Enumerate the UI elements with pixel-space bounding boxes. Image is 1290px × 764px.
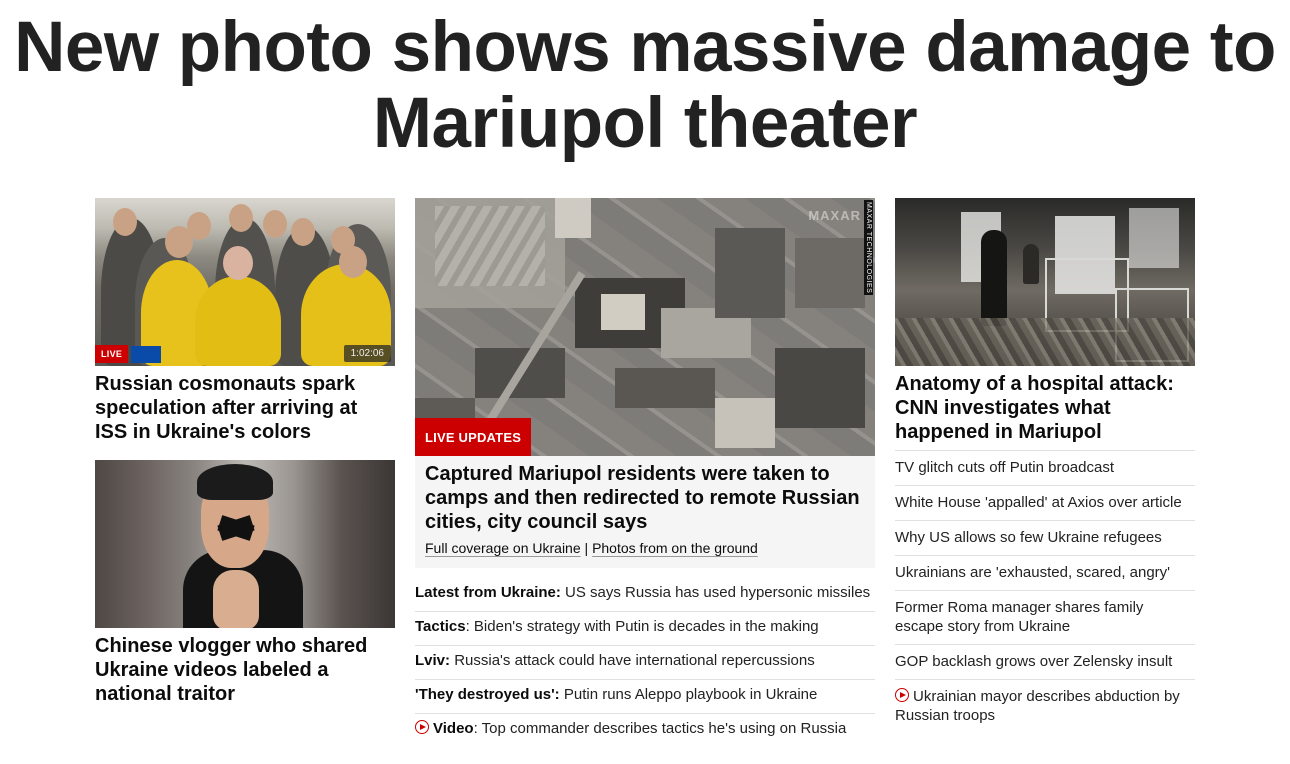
story-title[interactable]: Anatomy of a hospital attack: CNN invest… (895, 372, 1195, 444)
story-title[interactable]: Russian cosmonauts spark speculation aft… (95, 372, 395, 444)
image-credit: MAXAR TECHNOLOGIES (864, 200, 873, 296)
list-item[interactable]: Former Roma manager shares family escape… (895, 591, 1195, 645)
right-column: Anatomy of a hospital attack: CNN invest… (895, 198, 1195, 733)
satellite-image-mariupol[interactable]: MAXAR MAXAR TECHNOLOGIES LIVE UPDATES (415, 198, 875, 456)
cosmonauts-video-thumbnail[interactable]: LIVE 1:02:06 (95, 198, 395, 366)
list-item[interactable]: GOP backlash grows over Zelensky insult (895, 645, 1195, 680)
link-separator: | (584, 540, 589, 556)
item-kicker: Tactics (415, 618, 466, 635)
related-stories-list: TV glitch cuts off Putin broadcast White… (895, 450, 1195, 733)
page-headline[interactable]: New photo shows massive damage to Mariup… (0, 10, 1290, 162)
play-icon (895, 688, 909, 702)
item-text: Ukrainian mayor describes abduction by R… (895, 688, 1180, 724)
list-item[interactable]: TV glitch cuts off Putin broadcast (895, 451, 1195, 486)
photos-link[interactable]: Photos from on the ground (592, 540, 758, 556)
list-item[interactable]: White House 'appalled' at Axios over art… (895, 486, 1195, 521)
live-updates-badge[interactable]: LIVE UPDATES (415, 418, 532, 456)
item-kicker: Latest from Ukraine: (415, 584, 561, 601)
item-kicker: Video (433, 720, 474, 737)
list-item[interactable]: Ukrainian mayor describes abduction by R… (895, 680, 1195, 733)
item-text: : Top commander describes tactics he's u… (473, 720, 847, 737)
item-kicker: Lviv: (415, 652, 451, 669)
story-card-cosmonauts[interactable]: LIVE 1:02:06 Russian cosmonauts spark sp… (95, 198, 395, 444)
story-card-vlogger[interactable]: Chinese vlogger who shared Ukraine video… (95, 460, 395, 706)
item-text: US says Russia has used hypersonic missi… (565, 584, 871, 601)
play-icon (415, 720, 429, 734)
middle-column: MAXAR MAXAR TECHNOLOGIES LIVE UPDATES Ca… (415, 198, 875, 747)
left-column: LIVE 1:02:06 Russian cosmonauts spark sp… (95, 198, 395, 706)
list-item[interactable]: 'They destroyed us': Putin runs Aleppo p… (415, 680, 875, 714)
featured-links: Full coverage on Ukraine | Photos from o… (425, 540, 865, 556)
item-text: Putin runs Aleppo playbook in Ukraine (563, 686, 818, 703)
related-stories-list: Latest from Ukraine: US says Russia has … (415, 578, 875, 747)
list-item[interactable]: Video: Top commander describes tactics h… (415, 714, 875, 747)
story-title[interactable]: Chinese vlogger who shared Ukraine video… (95, 634, 395, 706)
list-item[interactable]: Latest from Ukraine: US says Russia has … (415, 578, 875, 612)
list-item[interactable]: Lviv: Russia's attack could have interna… (415, 646, 875, 680)
featured-story: Captured Mariupol residents were taken t… (415, 456, 875, 568)
live-badge: LIVE (95, 345, 129, 363)
featured-story-title[interactable]: Captured Mariupol residents were taken t… (425, 462, 865, 534)
item-text: Russia's attack could have international… (454, 652, 815, 669)
story-card-hospital[interactable]: Anatomy of a hospital attack: CNN invest… (895, 198, 1195, 444)
list-item[interactable]: Why US allows so few Ukraine refugees (895, 521, 1195, 556)
full-coverage-link[interactable]: Full coverage on Ukraine (425, 540, 581, 556)
video-duration: 1:02:06 (343, 345, 391, 362)
vlogger-thumbnail[interactable] (95, 460, 395, 628)
item-text: : Biden's strategy with Putin is decades… (465, 618, 819, 635)
list-item[interactable]: Tactics: Biden's strategy with Putin is … (415, 612, 875, 646)
item-kicker: 'They destroyed us': (415, 686, 560, 703)
list-item[interactable]: Ukrainians are 'exhausted, scared, angry… (895, 556, 1195, 591)
image-watermark: MAXAR (808, 208, 861, 223)
roscosmos-logo-icon (131, 346, 161, 363)
hospital-thumbnail[interactable] (895, 198, 1195, 366)
